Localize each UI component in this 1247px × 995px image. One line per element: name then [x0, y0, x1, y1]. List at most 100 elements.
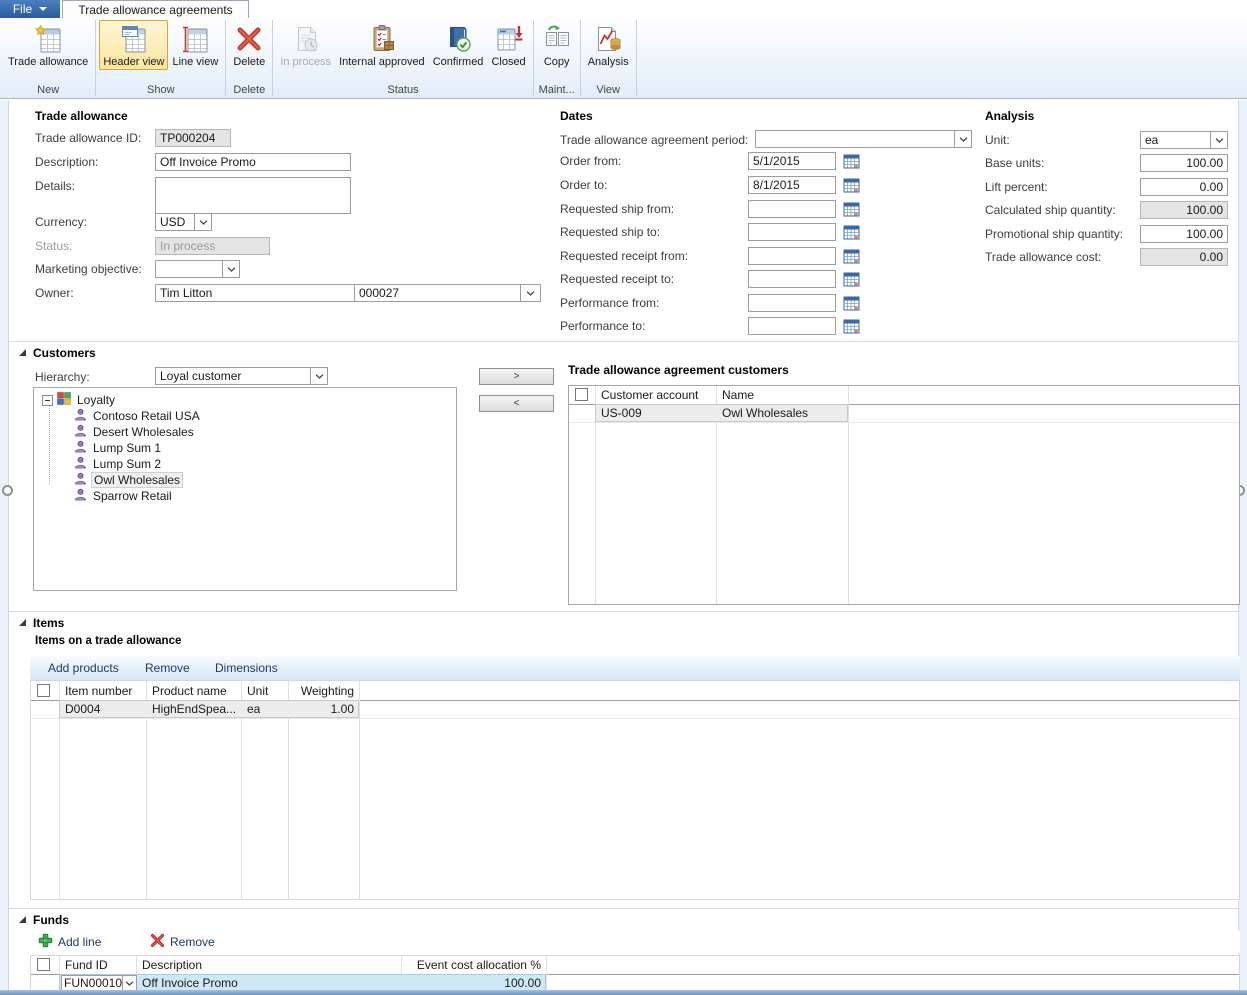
- period-field[interactable]: [755, 130, 955, 148]
- left-panel-expand-handle[interactable]: [2, 485, 13, 496]
- owner-dropdown-arrow[interactable]: [520, 284, 541, 302]
- column-header-customer-account[interactable]: Customer account: [601, 387, 698, 404]
- column-header-event-cost-allocation[interactable]: Event cost allocation %: [401, 957, 541, 974]
- line-view-button[interactable]: Line view: [168, 20, 222, 70]
- tree-item-lump-sum-2[interactable]: Lump Sum 2: [74, 456, 163, 472]
- items-collapse-icon[interactable]: [19, 619, 26, 626]
- cell-customer-account[interactable]: US-009: [601, 405, 711, 422]
- base-units-field[interactable]: 100.00: [1140, 154, 1228, 172]
- remove-items-button[interactable]: Remove: [145, 657, 190, 679]
- confirmed-button[interactable]: Confirmed: [429, 20, 488, 70]
- column-header-unit[interactable]: Unit: [247, 683, 268, 700]
- calendar-icon[interactable]: [843, 318, 860, 334]
- calendar-icon[interactable]: [843, 295, 860, 311]
- funds-collapse-icon[interactable]: [19, 916, 26, 923]
- delete-button[interactable]: Delete: [229, 20, 269, 70]
- fund-id-combo-field[interactable]: FUN000102: [61, 975, 123, 991]
- performance-to-field[interactable]: [748, 317, 836, 335]
- section-title-funds[interactable]: Funds: [33, 913, 69, 927]
- customers-grid-row[interactable]: US-009 Owl Wholesales: [569, 404, 1239, 422]
- column-header-name[interactable]: Name: [722, 387, 754, 404]
- ribbon-separator: [225, 20, 226, 96]
- analysis-button[interactable]: Analysis: [584, 20, 633, 70]
- calendar-icon[interactable]: [843, 271, 860, 287]
- column-header-fund-id[interactable]: Fund ID: [65, 957, 108, 974]
- calendar-icon[interactable]: [843, 177, 860, 193]
- marketing-objective-field[interactable]: [155, 260, 223, 278]
- calendar-icon[interactable]: [843, 224, 860, 240]
- lift-percent-field[interactable]: 0.00: [1140, 178, 1228, 196]
- unit-dropdown-arrow[interactable]: [1210, 131, 1228, 149]
- file-menu-button[interactable]: File: [0, 0, 60, 18]
- period-dropdown-arrow[interactable]: [954, 130, 972, 148]
- cell-unit[interactable]: ea: [247, 701, 285, 718]
- tree-item-label[interactable]: Desert Wholesales: [91, 425, 196, 439]
- cell-customer-name[interactable]: Owl Wholesales: [722, 405, 842, 422]
- hierarchy-field[interactable]: Loyal customer: [155, 367, 311, 385]
- currency-field[interactable]: USD: [155, 213, 195, 231]
- move-left-button[interactable]: <: [479, 395, 554, 412]
- new-trade-allowance-icon: [32, 23, 64, 55]
- header-view-button[interactable]: Header view: [99, 20, 168, 70]
- customers-collapse-icon[interactable]: [19, 349, 26, 356]
- add-line-button[interactable]: Add line: [38, 932, 101, 952]
- internal-approved-button[interactable]: Internal approved: [335, 20, 429, 70]
- cell-item-number[interactable]: D0004: [65, 701, 143, 718]
- column-header-weighting[interactable]: Weighting: [294, 683, 354, 700]
- column-header-item-number[interactable]: Item number: [65, 683, 132, 700]
- select-all-checkbox[interactable]: [37, 958, 50, 971]
- calendar-icon[interactable]: [843, 153, 860, 169]
- tree-item-desert-wholesales[interactable]: Desert Wholesales: [74, 424, 196, 440]
- currency-dropdown-arrow[interactable]: [194, 213, 212, 231]
- column-header-product-name[interactable]: Product name: [152, 683, 227, 700]
- status-label: Status:: [35, 239, 72, 253]
- tree-item-label[interactable]: Lump Sum 1: [91, 441, 163, 455]
- fund-id-dropdown-arrow[interactable]: [122, 975, 137, 991]
- tree-item-label[interactable]: Contoso Retail USA: [91, 409, 202, 423]
- order-to-field[interactable]: 8/1/2015: [748, 176, 836, 194]
- owner-name-field[interactable]: Tim Litton: [155, 284, 355, 302]
- details-field[interactable]: [155, 177, 351, 214]
- add-products-button[interactable]: Add products: [48, 657, 119, 679]
- unit-field[interactable]: ea: [1140, 131, 1211, 149]
- performance-from-field[interactable]: [748, 294, 836, 312]
- tree-node-label[interactable]: Loyalty: [75, 393, 117, 407]
- tree-item-contoso-retail-usa[interactable]: Contoso Retail USA: [74, 408, 202, 424]
- move-right-button[interactable]: >: [479, 368, 554, 385]
- section-title-customers[interactable]: Customers: [33, 346, 96, 360]
- trade-allowance-id-field: TP000204: [155, 129, 231, 147]
- tree-item-sparrow-retail[interactable]: Sparrow Retail: [74, 488, 174, 504]
- calendar-icon[interactable]: [843, 248, 860, 264]
- select-all-checkbox[interactable]: [37, 684, 50, 697]
- marketing-objective-dropdown-arrow[interactable]: [222, 260, 240, 278]
- requested-receipt-to-field[interactable]: [748, 270, 836, 288]
- tree-item-lump-sum-1[interactable]: Lump Sum 1: [74, 440, 163, 456]
- items-grid-row[interactable]: D0004 HighEndSpea... ea 1.00: [31, 700, 1239, 718]
- copy-button[interactable]: Copy: [537, 20, 577, 70]
- tree-item-label[interactable]: Sparrow Retail: [91, 489, 174, 503]
- select-all-checkbox[interactable]: [575, 388, 588, 401]
- requested-ship-to-field[interactable]: [748, 223, 836, 241]
- dimensions-button[interactable]: Dimensions: [215, 657, 278, 679]
- promotional-ship-quantity-field[interactable]: 100.00: [1140, 225, 1228, 243]
- collapse-expander-icon[interactable]: [42, 395, 53, 406]
- tab-trade-allowance-agreements[interactable]: Trade allowance agreements: [62, 0, 249, 18]
- tree-item-owl-wholesales[interactable]: Owl Wholesales: [74, 472, 183, 488]
- cell-weighting[interactable]: 1.00: [294, 701, 354, 718]
- tree-item-label[interactable]: Lump Sum 2: [91, 457, 163, 471]
- order-from-field[interactable]: 5/1/2015: [748, 152, 836, 170]
- column-header-description[interactable]: Description: [142, 957, 202, 974]
- closed-button[interactable]: Closed: [487, 20, 529, 70]
- tree-item-label-selected[interactable]: Owl Wholesales: [91, 472, 183, 488]
- tree-node-loyalty[interactable]: Loyalty: [42, 392, 117, 408]
- requested-receipt-from-field[interactable]: [748, 247, 836, 265]
- calendar-icon[interactable]: [843, 201, 860, 217]
- owner-id-field[interactable]: 000027: [354, 284, 521, 302]
- cell-product-name[interactable]: HighEndSpea...: [152, 701, 238, 718]
- trade-allowance-new-button[interactable]: Trade allowance: [4, 20, 92, 70]
- remove-fund-button[interactable]: Remove: [150, 932, 215, 952]
- description-field[interactable]: Off Invoice Promo: [155, 153, 351, 171]
- requested-ship-from-field[interactable]: [748, 200, 836, 218]
- section-title-items[interactable]: Items: [33, 616, 64, 630]
- hierarchy-dropdown-arrow[interactable]: [310, 367, 328, 385]
